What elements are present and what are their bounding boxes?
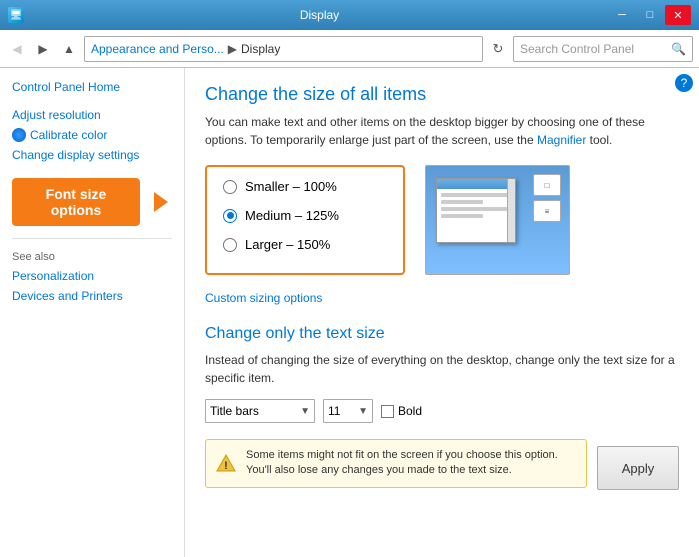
app-icon: 🖥 [8,7,24,23]
warning-icon: ! [216,453,236,473]
radio-options-container: Smaller – 100% Medium – 125% Larger – 15… [205,165,405,275]
size-label-medium: Medium – 125% [245,208,339,223]
bold-checkbox[interactable] [381,405,394,418]
warning-apply-area: ! Some items might not fit on the screen… [205,439,679,498]
size-selection-area: Smaller – 100% Medium – 125% Larger – 15… [205,165,679,275]
preview-icon-2: ≡ [533,200,561,222]
text-size-controls: Title bars ▼ 11 ▼ Bold [205,399,679,423]
radio-larger[interactable] [223,238,237,252]
sidebar-item-change-display-settings[interactable]: Change display settings [12,148,172,162]
font-size-callout: Font size options [12,178,140,226]
bold-label: Bold [398,404,422,418]
radio-inner-medium [227,212,234,219]
sidebar-divider [12,238,172,239]
change-display-settings-label: Change display settings [12,148,139,162]
up-button[interactable]: ▲ [58,38,80,60]
content-area: ? Change the size of all items You can m… [185,68,699,557]
back-button[interactable]: ◀ [6,38,28,60]
display-preview: □ ≡ [425,165,570,275]
svg-text:!: ! [224,460,228,472]
size-option-smaller[interactable]: Smaller – 100% [223,179,387,194]
text-size-desc: Instead of changing the size of everythi… [205,351,679,387]
devices-printers-label: Devices and Printers [12,289,123,303]
apply-button[interactable]: Apply [597,446,679,490]
personalization-label: Personalization [12,269,94,283]
dropdown-arrow-icon: ▼ [300,406,310,417]
preview-line-1 [441,193,511,197]
forward-button[interactable]: ▶ [32,38,54,60]
magnifier-link[interactable]: Magnifier [537,133,586,147]
main-container: Control Panel Home Adjust resolution Cal… [0,68,699,557]
breadcrumb-current: Display [241,42,280,56]
size-label-larger: Larger – 150% [245,237,330,252]
callout-arrow [154,192,168,212]
search-placeholder: Search Control Panel [520,42,634,56]
size-option-larger[interactable]: Larger – 150% [223,237,387,252]
warning-text: Some items might not fit on the screen i… [246,448,576,479]
adjust-resolution-label: Adjust resolution [12,108,101,122]
sidebar: Control Panel Home Adjust resolution Cal… [0,68,185,557]
calibrate-icon [12,128,26,142]
sidebar-item-adjust-resolution[interactable]: Adjust resolution [12,108,172,122]
search-icon: 🔍 [671,42,686,56]
title-bar: 🖥 Display ─ □ ✕ [0,0,699,30]
breadcrumb-separator: ▶ [228,42,237,56]
size-label-smaller: Smaller – 100% [245,179,337,194]
main-desc-text-2: tool. [586,133,612,147]
see-also-label: See also [12,251,172,263]
preview-scrollbar [507,179,515,242]
size-arrow-icon: ▼ [358,406,368,417]
preview-window [436,178,516,243]
title-bar-buttons: ─ □ ✕ [609,5,691,25]
item-dropdown[interactable]: Title bars ▼ [205,399,315,423]
refresh-button[interactable]: ↻ [487,38,509,60]
maximize-button[interactable]: □ [637,5,663,25]
search-box[interactable]: Search Control Panel 🔍 [513,36,693,62]
warning-bar: ! Some items might not fit on the screen… [205,439,587,488]
preview-line-3 [441,207,511,211]
preview-icon-1: □ [533,174,561,196]
text-size-title: Change only the text size [205,325,679,343]
sidebar-item-calibrate-color[interactable]: Calibrate color [12,128,172,142]
radio-smaller[interactable] [223,180,237,194]
sidebar-item-personalization[interactable]: Personalization [12,269,172,283]
custom-sizing-link[interactable]: Custom sizing options [205,291,322,305]
breadcrumb[interactable]: Appearance and Perso... ▶ Display [84,36,483,62]
bold-option[interactable]: Bold [381,404,422,418]
sidebar-item-devices-printers[interactable]: Devices and Printers [12,289,172,303]
calibrate-color-label: Calibrate color [30,128,107,142]
radio-medium[interactable] [223,209,237,223]
sidebar-item-control-panel-home[interactable]: Control Panel Home [12,80,172,94]
breadcrumb-parent[interactable]: Appearance and Perso... [91,42,224,56]
help-button[interactable]: ? [675,74,693,92]
close-button[interactable]: ✕ [665,5,691,25]
size-selected-value: 11 [328,404,340,418]
size-dropdown[interactable]: 11 ▼ [323,399,373,423]
preview-titlebar [437,179,515,189]
callout-label: Font size options [46,186,107,218]
main-description: You can make text and other items on the… [205,113,679,149]
preview-line-2 [441,200,483,204]
main-section-title: Change the size of all items [205,84,679,105]
window-title: Display [30,8,609,22]
size-option-medium[interactable]: Medium – 125% [223,208,387,223]
minimize-button[interactable]: ─ [609,5,635,25]
address-bar: ◀ ▶ ▲ Appearance and Perso... ▶ Display … [0,30,699,68]
preview-icons: □ ≡ [533,174,561,222]
preview-line-4 [441,214,483,218]
dropdown-selected-value: Title bars [210,404,259,418]
preview-content [437,189,515,225]
